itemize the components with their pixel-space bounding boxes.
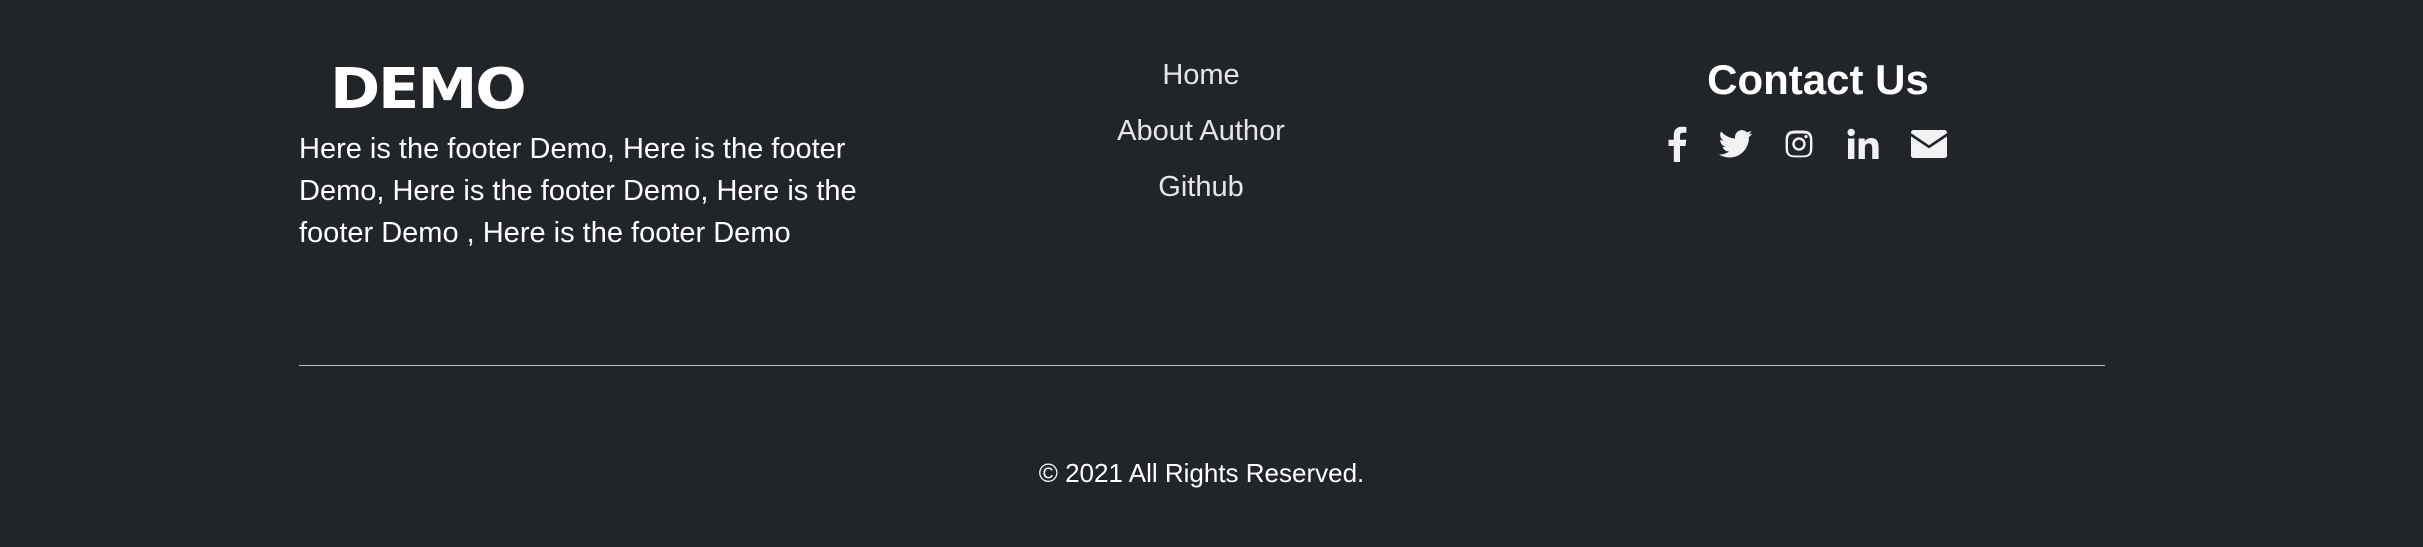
nav-link-github[interactable]: Github [1000,166,1402,222]
footer-nav: Home About Author Github [1000,54,1402,222]
social-links [1660,124,1947,164]
nav-link-about-author[interactable]: About Author [1000,110,1402,166]
envelope-icon[interactable] [1911,124,1947,164]
site-footer: DEMO Here is the footer Demo, Here is th… [0,0,2423,547]
facebook-icon[interactable] [1660,124,1694,164]
twitter-icon[interactable] [1719,124,1753,164]
copyright-text: © 2021 All Rights Reserved. [1038,458,1365,488]
contact-title: Contact Us [1707,56,1929,103]
brand-logo[interactable]: DEMO [330,62,527,118]
footer-about-text: Here is the footer Demo, Here is the foo… [299,133,857,249]
instagram-icon[interactable] [1783,124,1815,164]
footer-divider [299,365,2105,366]
nav-link-home[interactable]: Home [1000,54,1402,110]
linkedin-icon[interactable] [1847,124,1879,164]
